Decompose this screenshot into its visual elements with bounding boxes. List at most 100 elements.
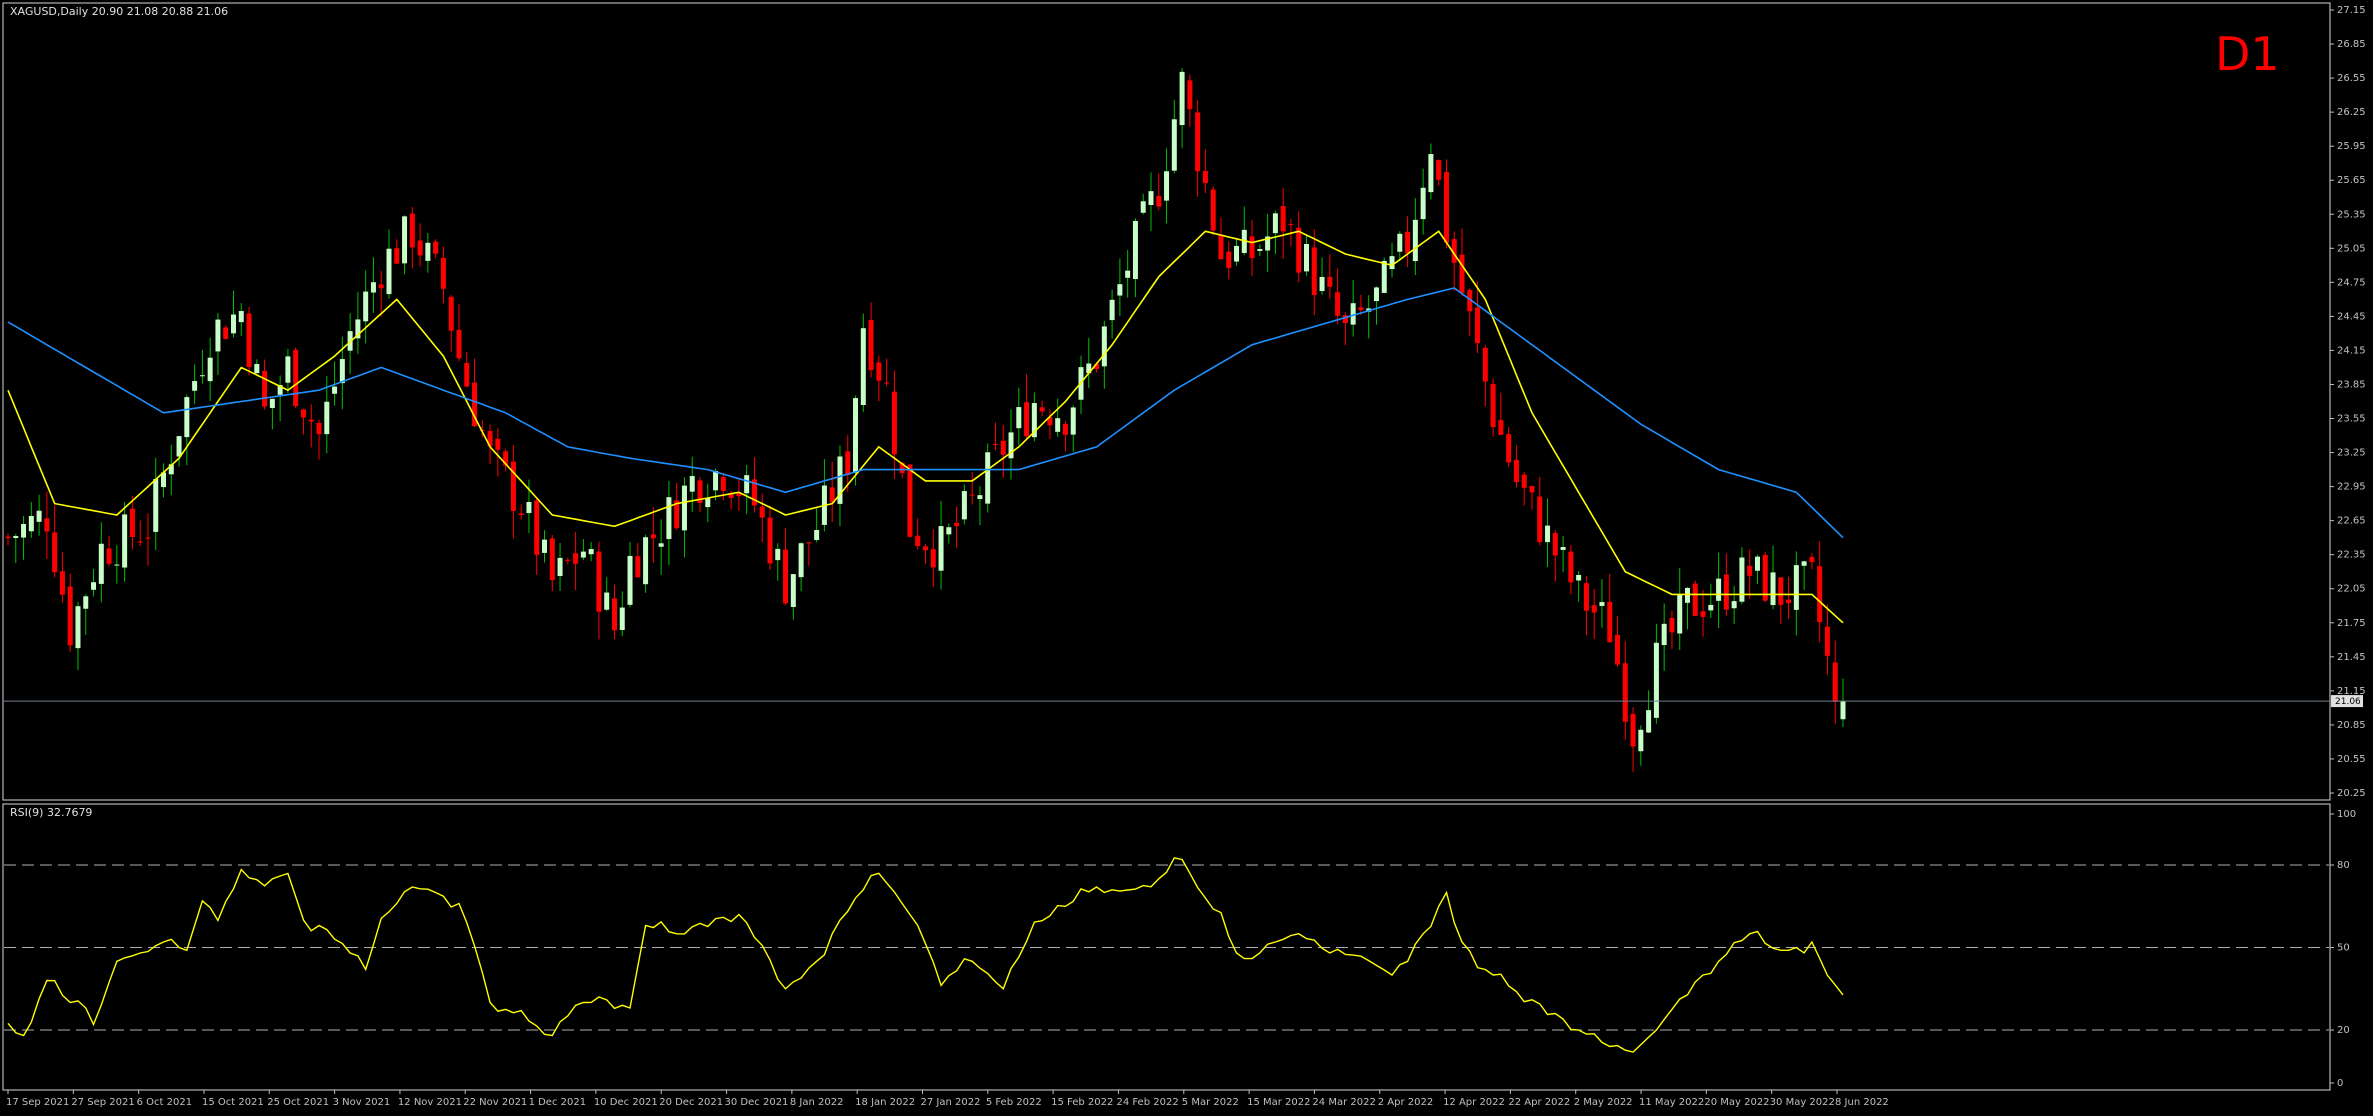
candle-body — [1397, 233, 1403, 252]
candle-body — [308, 419, 314, 422]
candle-body — [106, 548, 112, 564]
x-tick-label: 6 Oct 2021 — [137, 1097, 192, 1108]
x-tick-label: 17 Sep 2021 — [6, 1097, 69, 1108]
candle-body — [720, 477, 726, 491]
candle-body — [1327, 276, 1333, 287]
candle-body — [1405, 231, 1411, 254]
x-tick-label: 15 Mar 2022 — [1247, 1097, 1310, 1108]
candle-body — [1296, 227, 1302, 273]
candle-body — [254, 363, 260, 374]
candle-body — [1117, 284, 1123, 296]
candle-body — [1521, 474, 1527, 488]
candle-body — [1786, 599, 1792, 604]
x-tick-label: 30 May 2022 — [1770, 1097, 1835, 1108]
candle-body — [946, 527, 952, 535]
candle-body — [1576, 574, 1582, 581]
candle-body — [977, 495, 983, 500]
candle-body — [1249, 236, 1255, 259]
candle-body — [1218, 234, 1224, 260]
candle-body — [1498, 420, 1504, 435]
candle-body — [767, 517, 773, 564]
price-tick-label: 22.35 — [2337, 550, 2366, 561]
candle-body — [324, 401, 330, 435]
x-tick-label: 22 Apr 2022 — [1508, 1097, 1570, 1108]
candle-body — [611, 598, 617, 631]
price-tick-label: 22.05 — [2337, 584, 2366, 595]
candle-body — [596, 551, 602, 612]
candle-body — [1148, 191, 1154, 206]
candle-body — [1653, 642, 1659, 718]
price-tick-label: 24.15 — [2337, 345, 2366, 356]
candle-body — [744, 475, 750, 494]
candle-body — [643, 537, 649, 585]
candle-body — [860, 328, 866, 406]
candle-body — [1164, 171, 1170, 201]
candle-body — [207, 357, 213, 382]
candle-body — [1599, 602, 1605, 606]
candle-body — [230, 314, 236, 334]
candle-body — [868, 320, 874, 371]
candle-body — [938, 526, 944, 571]
x-tick-label: 24 Feb 2022 — [1116, 1097, 1178, 1108]
candle-body — [992, 444, 998, 446]
candle-body — [1234, 245, 1240, 262]
candle-body — [542, 539, 548, 553]
candle-body — [604, 592, 610, 610]
candle-body — [417, 240, 423, 256]
candle-body — [1832, 662, 1838, 702]
candle-body — [1436, 160, 1442, 180]
candle-body — [1210, 189, 1216, 231]
price-tick-label: 25.95 — [2337, 141, 2366, 152]
candle-body — [619, 607, 625, 630]
candle-body — [1482, 347, 1488, 382]
rsi-tick-label: 100 — [2337, 809, 2356, 820]
candle-body — [176, 436, 182, 457]
candle-body — [1156, 196, 1162, 207]
background — [0, 0, 2373, 1116]
candle-body — [923, 546, 928, 551]
candle-body — [969, 494, 975, 496]
candle-body — [1545, 525, 1551, 543]
candle-body — [1537, 496, 1543, 542]
candle-body — [1140, 201, 1146, 213]
candle-body — [627, 555, 633, 605]
x-tick-label: 12 Apr 2022 — [1443, 1097, 1505, 1108]
candle-body — [1132, 221, 1138, 280]
candle-body — [448, 296, 454, 331]
rsi-tick-label: 0 — [2337, 1078, 2343, 1089]
candle-body — [1171, 119, 1177, 171]
candle-body — [1195, 112, 1201, 172]
candle-body — [1000, 440, 1006, 455]
candle-body — [588, 549, 594, 555]
candle-body — [59, 571, 65, 595]
candle-body — [1257, 249, 1263, 251]
candle-body — [666, 497, 672, 540]
candle-body — [829, 487, 835, 503]
candle-body — [129, 508, 135, 538]
candle-body — [1754, 556, 1760, 571]
x-tick-label: 15 Oct 2021 — [202, 1097, 264, 1108]
candle-body — [1373, 287, 1379, 302]
candle-body — [1358, 307, 1364, 311]
price-tick-label: 27.15 — [2337, 5, 2366, 16]
candle-body — [1801, 561, 1807, 566]
trading-chart: XAGUSD,Daily 20.90 21.08 20.88 21.06 D1 … — [0, 0, 2373, 1116]
candle-body — [1560, 547, 1566, 550]
candle-body — [1817, 566, 1823, 623]
candle-body — [28, 516, 34, 532]
candle-body — [1677, 594, 1683, 634]
candle-body — [1716, 578, 1722, 601]
candle-body — [759, 506, 765, 518]
candle-body — [876, 362, 882, 381]
candle-body — [1731, 601, 1737, 609]
candle-body — [534, 500, 540, 555]
candle-body — [1389, 256, 1395, 270]
candle-body — [1319, 276, 1325, 292]
candle-body — [285, 356, 291, 383]
candle-body — [1070, 407, 1076, 435]
candle-body — [199, 375, 205, 377]
candle-body — [114, 564, 120, 566]
candle-body — [1708, 604, 1714, 611]
candle-body — [689, 476, 695, 492]
candle-body — [1226, 251, 1232, 268]
